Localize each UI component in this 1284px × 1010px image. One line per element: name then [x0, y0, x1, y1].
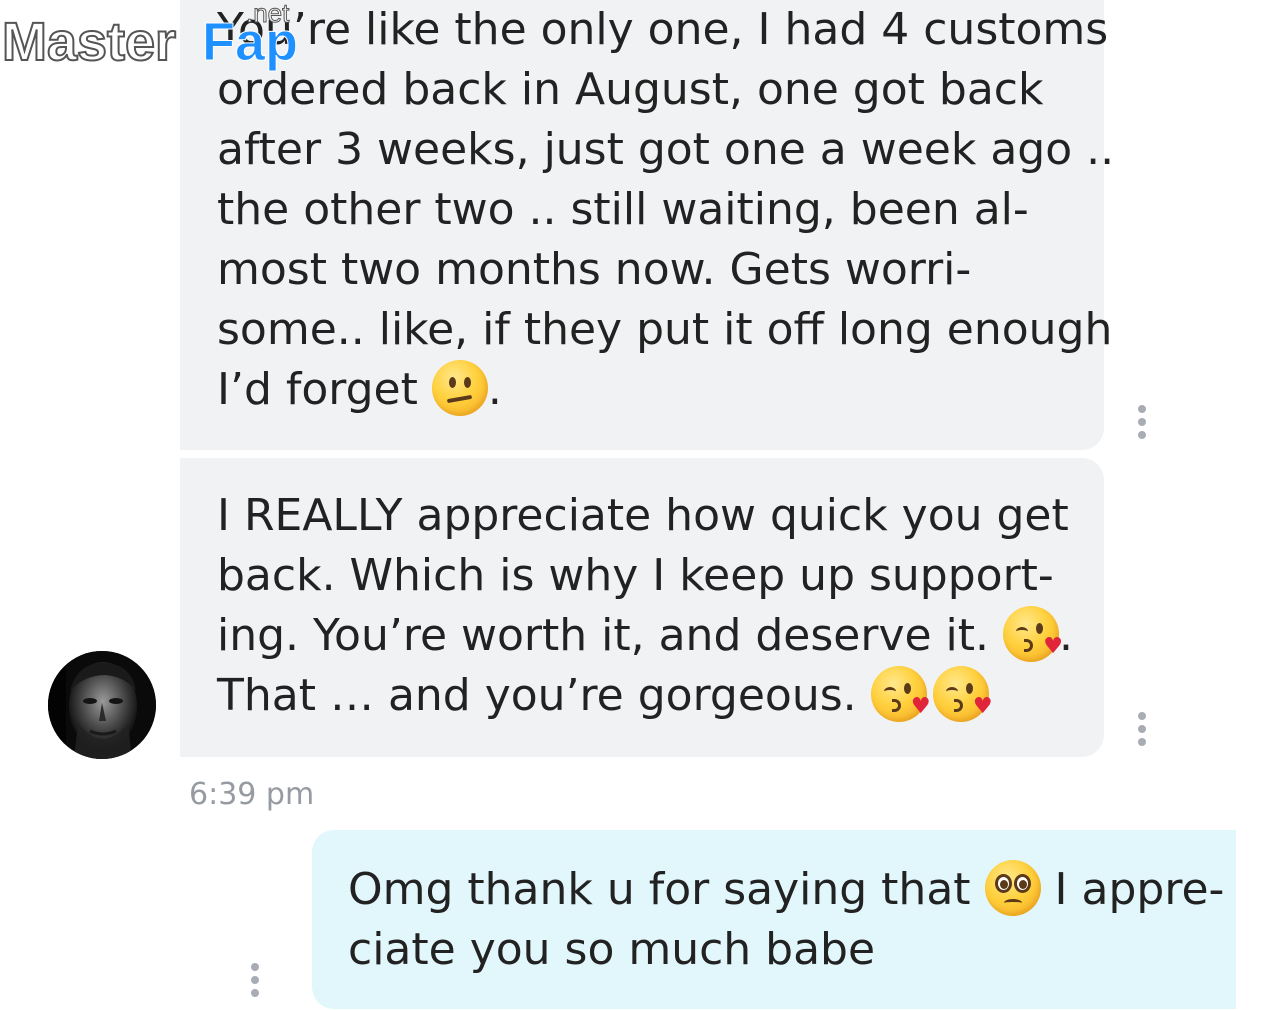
face-blowing-a-kiss-emoji-icon: ♥: [1003, 606, 1063, 662]
watermark-text-master: Master: [2, 12, 176, 72]
confused-face-emoji-icon: [431, 360, 488, 416]
message-text-line: Omg thank u for saying that I appre-: [348, 860, 1236, 920]
message-text-line: back. Which is why I keep up support-: [217, 550, 1054, 601]
user-avatar-photo-icon: [48, 651, 156, 759]
message-text-line: some.. like, if they put it off long eno…: [217, 304, 1113, 355]
message-text-fragment: That … and you’re gorgeous.: [217, 670, 857, 721]
message-text-fragment: Omg thank u for saying that: [348, 864, 971, 915]
incoming-message-bubble[interactable]: I REALLY appreciate how quick you get ba…: [180, 458, 1104, 757]
message-text-line: I REALLY appreciate how quick you get: [217, 490, 1069, 541]
message-text-line-last: I’d forget .: [217, 360, 1104, 420]
message-text-line-last: That … and you’re gorgeous. ♥ ♥: [217, 666, 1104, 726]
message-text-fragment: I’d forget: [217, 364, 418, 415]
message-text-line: ciate you so much babe: [348, 924, 876, 975]
message-text-fragment: I appre-: [1054, 864, 1225, 915]
face-blowing-a-kiss-emoji-icon: ♥: [932, 666, 993, 722]
message-text-line: ing. You’re worth it, and deserve it. ♥.: [217, 606, 1104, 666]
message-text-line: after 3 weeks, just got one a week ago .…: [217, 124, 1115, 175]
message-text-line: You’re like the only one, I had 4 custom…: [217, 4, 1109, 55]
message-options-icon[interactable]: [1130, 402, 1154, 442]
outgoing-message-bubble[interactable]: Omg thank u for saying that I appre- cia…: [312, 830, 1236, 1009]
message-timestamp: 6:39 pm: [189, 777, 315, 812]
sender-avatar[interactable]: [48, 651, 156, 759]
incoming-message-bubble[interactable]: You’re like the only one, I had 4 custom…: [180, 0, 1115, 450]
message-text-fragment: .: [487, 364, 502, 415]
message-text-line: the other two .. still waiting, been al-: [217, 184, 1029, 235]
face-blowing-a-kiss-emoji-icon: ♥: [870, 666, 931, 722]
message-options-icon[interactable]: [1130, 709, 1154, 749]
message-options-icon[interactable]: [243, 960, 267, 1000]
pleading-face-emoji-icon: [984, 860, 1041, 916]
message-text-line: ordered back in August, one got back: [217, 64, 1044, 115]
message-text-fragment: ing. You’re worth it, and deserve it.: [217, 610, 989, 661]
message-text-line: most two months now. Gets worri-: [217, 244, 972, 295]
